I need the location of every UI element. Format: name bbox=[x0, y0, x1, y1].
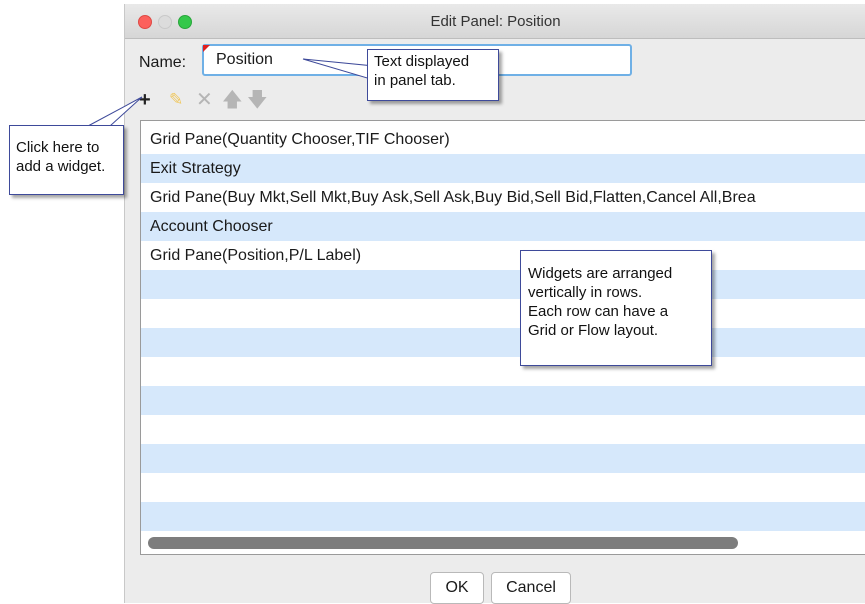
rows-callout-line: Grid or Flow layout. bbox=[528, 322, 659, 339]
rows-callout: Widgets are arranged vertically in rows.… bbox=[520, 250, 712, 366]
rows-callout-line: Widgets are arranged bbox=[528, 265, 673, 282]
name-callout-line: in panel tab. bbox=[374, 72, 456, 89]
add-callout-line: Click here to bbox=[16, 139, 100, 156]
add-callout-line: add a widget. bbox=[16, 158, 106, 175]
name-callout-pointer bbox=[302, 58, 375, 81]
rows-callout-line: Each row can have a bbox=[528, 303, 669, 320]
rows-callout-line: vertically in rows. bbox=[528, 284, 643, 301]
add-callout-pointer bbox=[87, 96, 143, 127]
add-widget-callout: Click here to add a widget. bbox=[9, 125, 124, 195]
name-callout-line: Text displayed bbox=[374, 53, 470, 70]
name-callout: Text displayed in panel tab. bbox=[367, 49, 499, 101]
